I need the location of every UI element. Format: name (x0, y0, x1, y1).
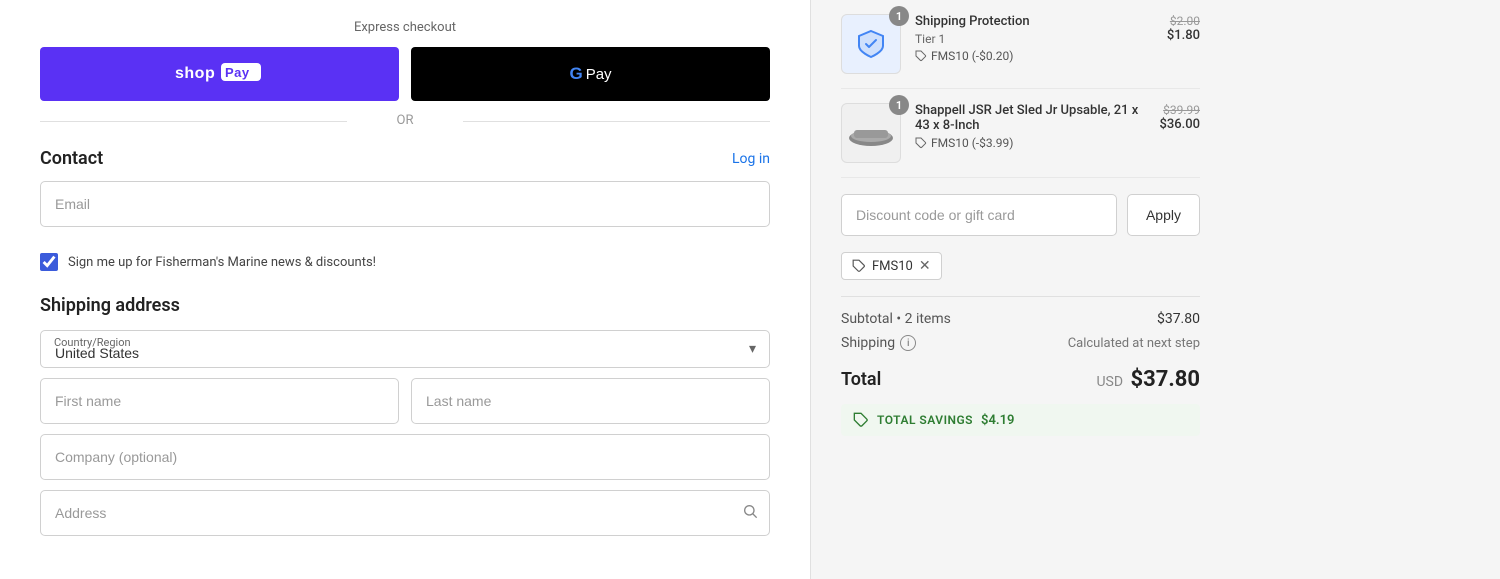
newsletter-checkbox[interactable] (40, 253, 58, 271)
item-details-2: Shappell JSR Jet Sled Jr Upsable, 21 x 4… (915, 103, 1145, 150)
item-name-1: Shipping Protection (915, 14, 1153, 29)
subtotal-row: Subtotal • 2 items $37.80 (841, 311, 1200, 327)
google-pay-button[interactable]: GPay (411, 47, 770, 101)
grand-total-value: $37.80 (1131, 367, 1201, 392)
or-divider: OR (40, 113, 770, 128)
item-discount-text-2: FMS10 (-$3.99) (931, 136, 1013, 150)
savings-amount: $4.19 (981, 413, 1014, 428)
apply-button[interactable]: Apply (1127, 194, 1200, 236)
coupon-code-label: FMS10 (872, 259, 913, 274)
item-prices-1: $2.00 $1.80 (1167, 14, 1200, 43)
contact-title: Contact (40, 148, 103, 169)
coupon-tag: FMS10 ✕ (841, 252, 942, 280)
item-prices-2: $39.99 $36.00 (1159, 103, 1200, 132)
grand-total-row: Total USD $37.80 (841, 363, 1200, 392)
grand-total-right: USD $37.80 (1096, 367, 1200, 392)
coupon-tag-icon (852, 259, 866, 273)
google-g-icon: GPay (569, 64, 611, 84)
tag-icon-1 (915, 50, 927, 62)
item-name-2: Shappell JSR Jet Sled Jr Upsable, 21 x 4… (915, 103, 1145, 133)
newsletter-row: Sign me up for Fisherman's Marine news &… (40, 253, 770, 271)
totals-section: Subtotal • 2 items $37.80 Shipping i Cal… (841, 296, 1200, 436)
search-icon (742, 503, 758, 523)
table-row: 1 Shipping Protection Tier 1 FMS10 (-$0.… (841, 0, 1200, 89)
shipping-title: Shipping address (40, 295, 770, 316)
subtotal-label: Subtotal • 2 items (841, 311, 951, 327)
shipping-value: Calculated at next step (1068, 336, 1200, 351)
discount-code-input[interactable] (841, 194, 1117, 236)
left-panel: Express checkout shop Pay GPay OR Contac… (0, 0, 810, 579)
right-panel: 1 Shipping Protection Tier 1 FMS10 (-$0.… (810, 0, 1230, 579)
table-row: 1 Shappell JSR Jet Sled Jr Upsable, 21 x… (841, 89, 1200, 178)
item-badge-2: 1 (889, 95, 909, 115)
total-currency: USD (1096, 374, 1123, 390)
item-image-wrapper-2: 1 (841, 103, 901, 163)
tag-icon-2 (915, 137, 927, 149)
discount-row: Apply (841, 194, 1200, 236)
address-field[interactable] (40, 490, 770, 536)
company-field[interactable] (40, 434, 770, 480)
item-tier-1: Tier 1 (915, 32, 1153, 46)
grand-total-label: Total (841, 369, 881, 390)
savings-tag-icon (853, 412, 869, 428)
last-name-field[interactable] (411, 378, 770, 424)
country-select[interactable]: United States (40, 330, 770, 368)
shipping-label-wrapper: Shipping i (841, 335, 916, 351)
country-select-wrapper: Country/Region United States ▾ (40, 330, 770, 368)
subtotal-value: $37.80 (1157, 311, 1200, 327)
newsletter-label: Sign me up for Fisherman's Marine news &… (68, 255, 376, 270)
price-current-2: $36.00 (1159, 117, 1200, 132)
price-current-1: $1.80 (1167, 28, 1200, 43)
item-details-1: Shipping Protection Tier 1 FMS10 (-$0.20… (915, 14, 1153, 63)
order-items-list: 1 Shipping Protection Tier 1 FMS10 (-$0.… (841, 0, 1200, 178)
shipping-row: Shipping i Calculated at next step (841, 335, 1200, 351)
savings-row: TOTAL SAVINGS $4.19 (841, 404, 1200, 436)
shop-pay-label: shop Pay (175, 61, 265, 87)
svg-text:shop: shop (175, 65, 215, 82)
contact-section-header: Contact Log in (40, 148, 770, 169)
item-image-wrapper-1: 1 (841, 14, 901, 74)
item-discount-text-1: FMS10 (-$0.20) (931, 49, 1013, 63)
first-name-field[interactable] (40, 378, 399, 424)
item-badge-1: 1 (889, 6, 909, 26)
item-discount-2: FMS10 (-$3.99) (915, 136, 1145, 150)
shop-pay-button[interactable]: shop Pay (40, 47, 399, 101)
price-original-2: $39.99 (1159, 103, 1200, 117)
email-field[interactable] (40, 181, 770, 227)
address-wrapper (40, 490, 770, 536)
shipping-info-icon[interactable]: i (900, 335, 916, 351)
svg-text:Pay: Pay (225, 65, 250, 80)
item-discount-1: FMS10 (-$0.20) (915, 49, 1153, 63)
coupon-remove-button[interactable]: ✕ (919, 258, 931, 274)
name-row (40, 378, 770, 424)
express-buttons: shop Pay GPay (40, 47, 770, 101)
price-original-1: $2.00 (1167, 14, 1200, 28)
express-checkout-label: Express checkout (40, 20, 770, 35)
log-in-link[interactable]: Log in (732, 151, 770, 167)
savings-label: TOTAL SAVINGS (877, 413, 973, 427)
